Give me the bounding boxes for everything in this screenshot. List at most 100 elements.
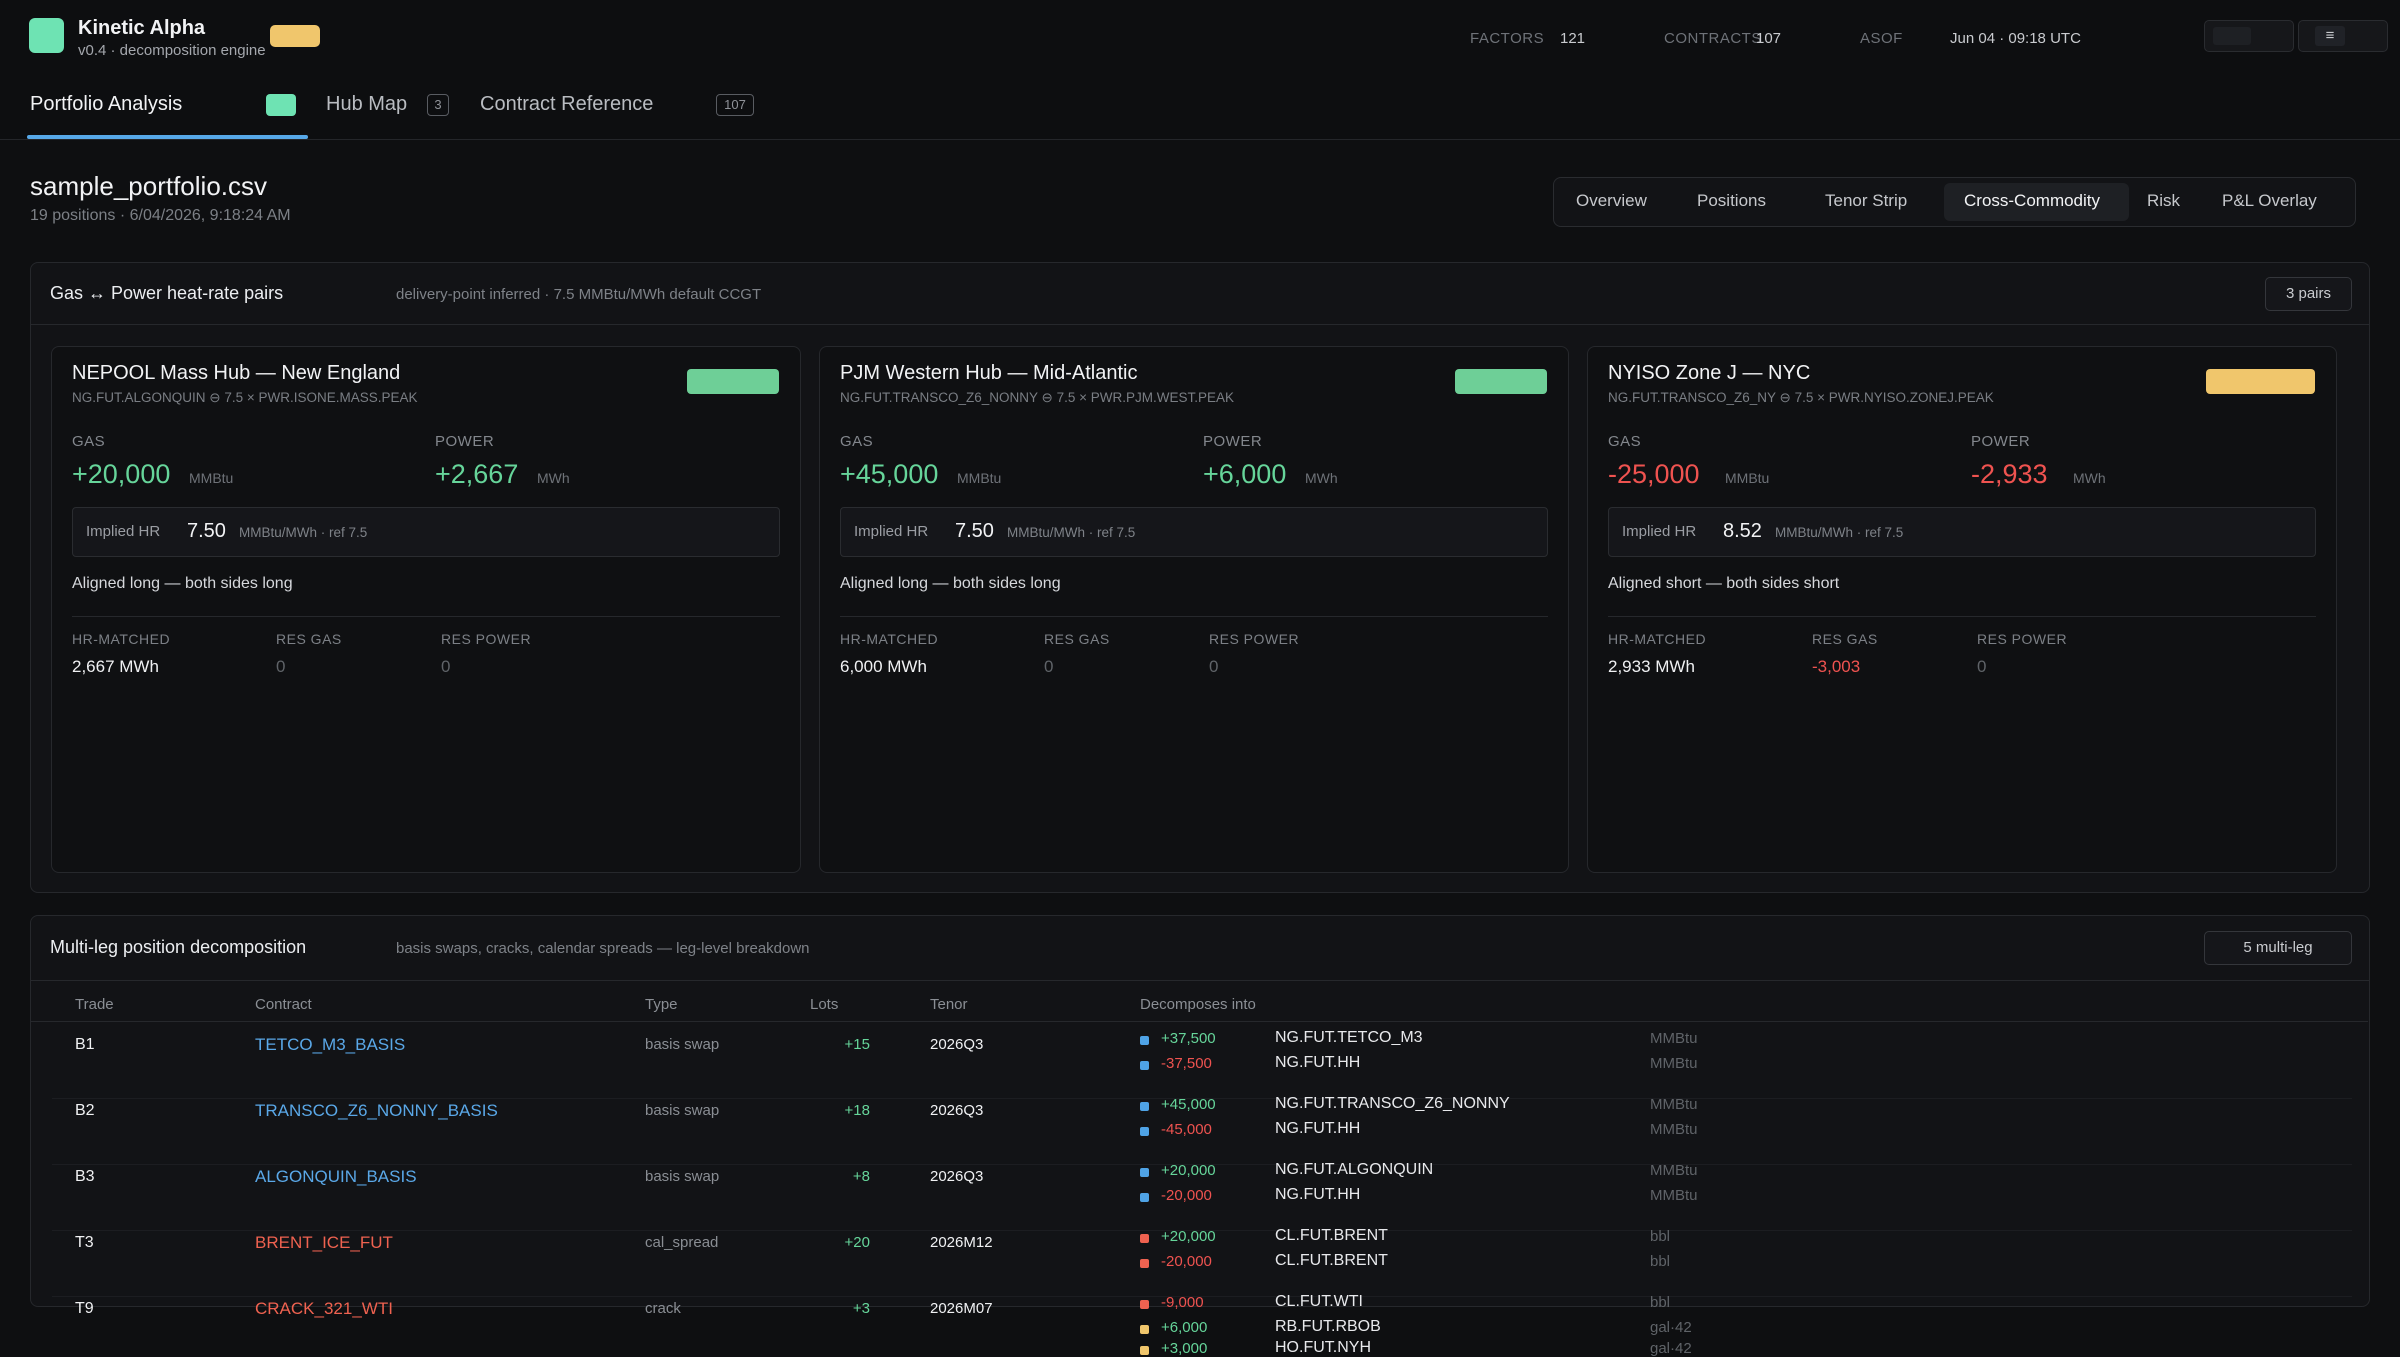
gas-unit: MMBtu [189, 470, 234, 486]
trade-type: basis swap [645, 1036, 720, 1053]
tab-hub-map[interactable]: Hub Map [326, 93, 407, 116]
tab-portfolio-analysis[interactable]: Portfolio Analysis [30, 93, 182, 116]
card-divider [1608, 616, 2316, 617]
leg-dot-icon [1140, 1325, 1149, 1334]
app-subtitle: v0.4 · decomposition engine [78, 42, 266, 59]
leg-contract: NG.FUT.TRANSCO_Z6_NONNY [1275, 1095, 1510, 1112]
leg-dot-icon [1140, 1259, 1149, 1268]
trade-type: cal_spread [645, 1234, 719, 1251]
app-logo-icon [29, 18, 64, 53]
view-tab-overview[interactable]: Overview [1576, 191, 1647, 211]
leg-qty: -20,000 [1161, 1187, 1212, 1204]
implied-hr-value: 7.50 [955, 520, 994, 542]
leg-dot-icon [1140, 1102, 1149, 1111]
res-power-value: 0 [1209, 657, 1219, 676]
column-header-contract[interactable]: Contract [255, 996, 312, 1013]
hr-matched-label: HR-MATCHED [1608, 631, 1707, 647]
heat-rate-card: PJM Western Hub — Mid-Atlantic NG.FUT.TR… [819, 346, 1569, 873]
card-identifier: NG.FUT.TRANSCO_Z6_NONNY ⊖ 7.5 × PWR.PJM.… [840, 390, 1235, 405]
leg-contract: CL.FUT.BRENT [1275, 1227, 1388, 1244]
active-tab-underline [27, 135, 308, 139]
card-identifier: NG.FUT.ALGONQUIN ⊖ 7.5 × PWR.ISONE.MASS.… [72, 390, 418, 405]
power-label: POWER [435, 433, 495, 450]
contract-link[interactable]: TETCO_M3_BASIS [255, 1035, 405, 1055]
trade-id: B1 [75, 1036, 95, 1053]
hr-matched-label: HR-MATCHED [840, 631, 939, 647]
status-badge [687, 369, 779, 394]
column-header-tenor[interactable]: Tenor [930, 996, 968, 1013]
leg-dot-icon [1140, 1300, 1149, 1309]
leg-dot-icon [1140, 1127, 1149, 1136]
gas-value: +20,000 [72, 459, 171, 489]
leg-qty: -9,000 [1161, 1294, 1204, 1311]
trade-id: B3 [75, 1168, 95, 1185]
leg-unit: MMBtu [1650, 1030, 1698, 1047]
power-value: +6,000 [1203, 459, 1287, 489]
res-gas-value: 0 [1044, 657, 1054, 676]
status-badge [2206, 369, 2315, 394]
implied-hr-box: Implied HR 7.50 MMBtu/MWh · ref 7.5 [840, 507, 1548, 557]
leg-unit: MMBtu [1650, 1187, 1698, 1204]
top-bar: Kinetic Alpha v0.4 · decomposition engin… [0, 0, 2400, 78]
menu-button[interactable]: ≡ [2298, 20, 2388, 52]
column-header-type[interactable]: Type [645, 996, 678, 1013]
leg-qty: +6,000 [1161, 1319, 1208, 1336]
power-unit: MWh [537, 470, 570, 486]
power-value: +2,667 [435, 459, 519, 489]
lots-value: +3 [852, 1300, 870, 1317]
heat-rate-card: NEPOOL Mass Hub — New England NG.FUT.ALG… [51, 346, 801, 873]
hub-map-count-badge: 3 [427, 94, 449, 116]
leg-qty: +37,500 [1161, 1030, 1216, 1047]
alignment-text: Aligned long — both sides long [72, 575, 293, 592]
lots-value: +15 [844, 1036, 870, 1053]
leg-qty: +20,000 [1161, 1162, 1216, 1179]
column-header-lots[interactable]: Lots [810, 996, 838, 1013]
stat-contracts-value: 107 [1756, 30, 1782, 47]
contract-link[interactable]: ALGONQUIN_BASIS [255, 1167, 417, 1187]
trade-type: crack [645, 1300, 681, 1317]
res-power-value: 0 [1977, 657, 1987, 676]
active-indicator-icon [266, 94, 296, 116]
view-tab-risk[interactable]: Risk [2147, 191, 2180, 211]
pairs-count-pill: 3 pairs [2265, 277, 2352, 311]
hr-matched-value: 6,000 MWh [840, 657, 927, 676]
res-gas-label: RES GAS [276, 631, 342, 647]
view-tabs: Overview Positions Tenor Strip Cross-Com… [1553, 177, 2356, 227]
power-label: POWER [1971, 433, 2031, 450]
leg-contract: NG.FUT.ALGONQUIN [1275, 1161, 1434, 1178]
contract-link[interactable]: CRACK_321_WTI [255, 1299, 393, 1319]
contract-link[interactable]: BRENT_ICE_FUT [255, 1233, 393, 1253]
theme-toggle-button[interactable] [2204, 20, 2294, 52]
column-header-decomposes[interactable]: Decomposes into [1140, 996, 1256, 1013]
leg-contract: HO.FUT.NYH [1275, 1339, 1371, 1356]
status-badge [1455, 369, 1547, 394]
trade-type: basis swap [645, 1102, 720, 1119]
multileg-hint: basis swaps, cracks, calendar spreads — … [396, 940, 810, 957]
multileg-title: Multi-leg position decomposition [50, 937, 307, 957]
leg-contract: CL.FUT.BRENT [1275, 1252, 1388, 1269]
hr-matched-value: 2,667 MWh [72, 657, 159, 676]
gas-value: +45,000 [840, 459, 939, 489]
column-header-trade[interactable]: Trade [75, 996, 114, 1013]
heat-rate-card: NYISO Zone J — NYC NG.FUT.TRANSCO_Z6_NY … [1587, 346, 2337, 873]
leg-dot-icon [1140, 1193, 1149, 1202]
view-tab-tenor-strip[interactable]: Tenor Strip [1825, 191, 1907, 211]
view-tab-positions[interactable]: Positions [1697, 191, 1766, 211]
contract-link[interactable]: TRANSCO_Z6_NONNY_BASIS [255, 1101, 498, 1121]
tenor-value: 2026M12 [930, 1234, 993, 1251]
leg-dot-icon [1140, 1168, 1149, 1177]
leg-qty: +20,000 [1161, 1228, 1216, 1245]
tenor-value: 2026Q3 [930, 1036, 984, 1053]
tab-contract-reference[interactable]: Contract Reference [480, 93, 653, 116]
tenor-value: 2026M07 [930, 1300, 993, 1317]
implied-hr-label: Implied HR [854, 523, 929, 540]
trade-id: T9 [75, 1300, 94, 1317]
view-tab-pnl-overlay[interactable]: P&L Overlay [2222, 191, 2317, 211]
implied-hr-value: 7.50 [187, 520, 226, 542]
stat-contracts-label: CONTRACTS [1664, 30, 1762, 47]
leg-contract: NG.FUT.HH [1275, 1054, 1361, 1071]
leg-qty: +45,000 [1161, 1096, 1216, 1113]
leg-contract: CL.FUT.WTI [1275, 1293, 1363, 1310]
gas-label: GAS [1608, 433, 1642, 450]
view-tab-cross-commodity[interactable]: Cross-Commodity [1964, 191, 2100, 211]
